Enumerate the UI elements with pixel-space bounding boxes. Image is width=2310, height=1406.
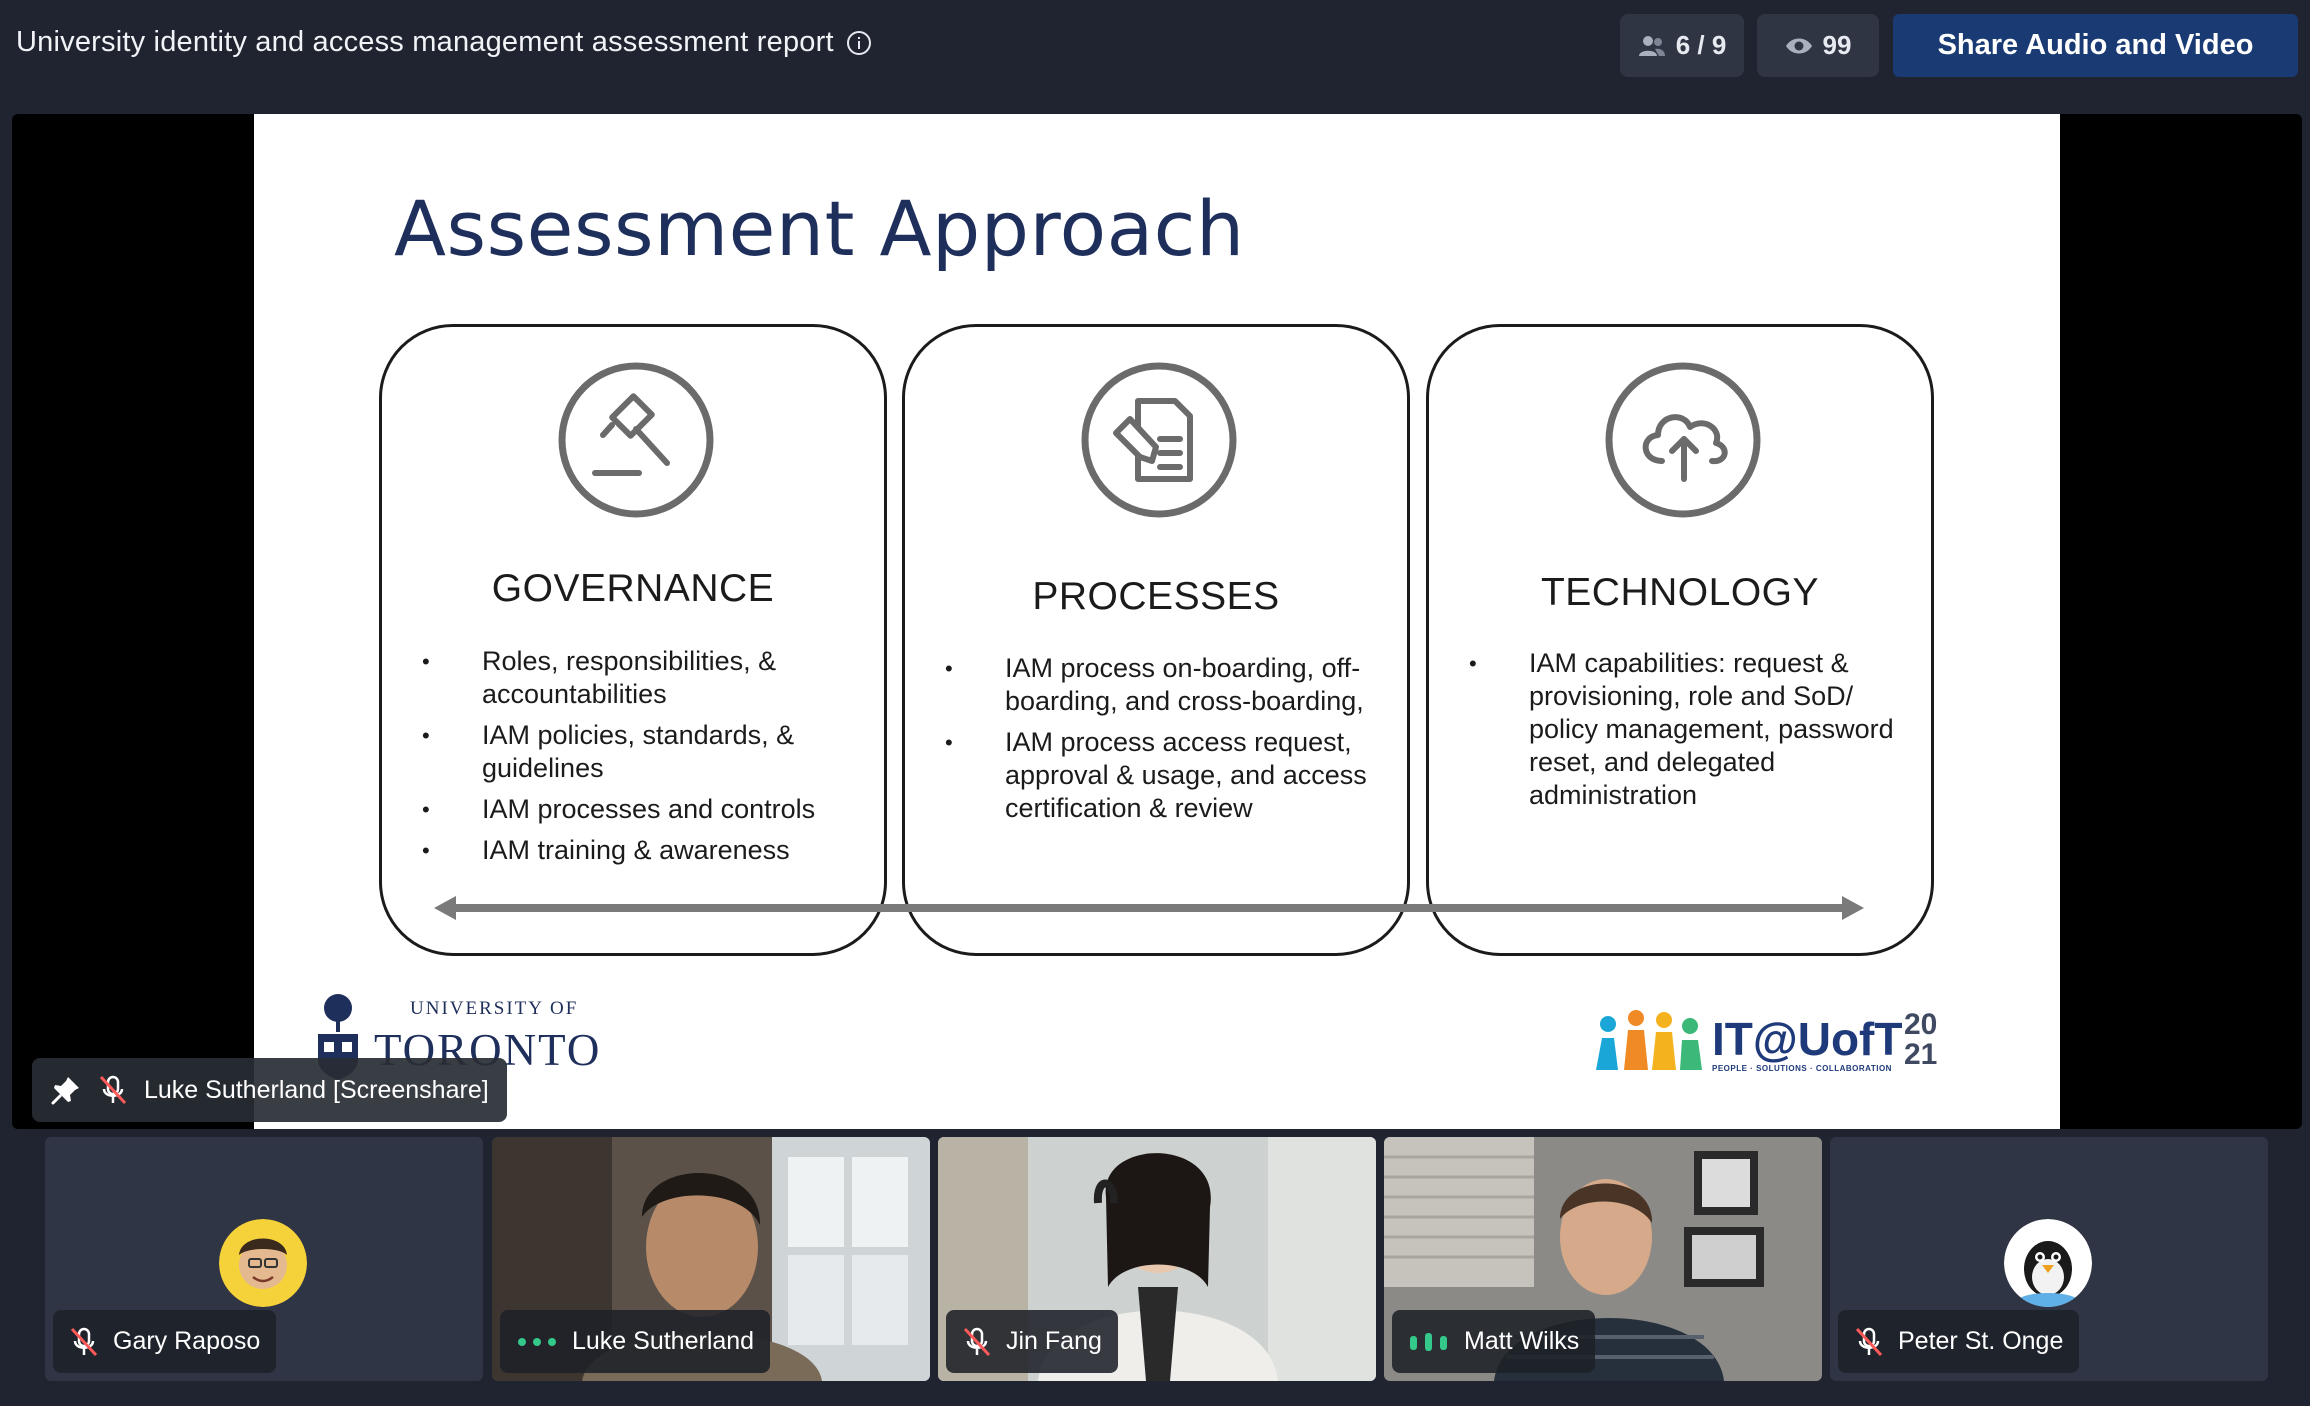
itu-year: 20 21 (1904, 1010, 1937, 1070)
cloud-upload-icon (1605, 362, 1761, 518)
audio-level-icon (1410, 1332, 1447, 1351)
participant-tile-matt-wilks[interactable]: Matt Wilks (1384, 1137, 1822, 1381)
list-item: IAM process access request, approval & u… (945, 726, 1377, 825)
itu-tagline: PEOPLE · SOLUTIONS · COLLABORATION (1712, 1064, 1892, 1073)
participant-name: Gary Raposo (113, 1327, 261, 1355)
participant-name-tag: Jin Fang (946, 1310, 1118, 1373)
participant-name-tag: Luke Sutherland (500, 1310, 771, 1373)
share-audio-video-button[interactable]: Share Audio and Video (1893, 14, 2298, 77)
list-item: IAM processes and controls (422, 793, 854, 826)
participant-tile-peter-st-onge[interactable]: Peter St. Onge (1830, 1137, 2268, 1381)
bullet-list: Roles, responsibilities, & accountabilit… (422, 645, 854, 875)
list-item: IAM training & awareness (422, 834, 854, 867)
participants-count: 6 / 9 (1675, 30, 1727, 60)
screenshare-label: Luke Sutherland [Screenshare] (32, 1058, 507, 1122)
list-item: IAM policies, standards, & guidelines (422, 719, 854, 785)
meeting-title-row: University identity and access managemen… (16, 26, 872, 59)
participant-tile-luke-sutherland[interactable]: Luke Sutherland (492, 1137, 930, 1381)
participant-tile-gary-raposo[interactable]: Gary Raposo (45, 1137, 483, 1381)
eye-icon (1785, 38, 1812, 53)
itu-name: IT@UofT (1712, 1013, 1903, 1065)
pin-icon[interactable] (50, 1074, 82, 1106)
screenshare-stage[interactable]: Assessment Approach GOVERNANCE Roles, re… (12, 114, 2302, 1129)
mic-muted-icon (70, 1327, 98, 1356)
top-bar: University identity and access managemen… (0, 0, 2310, 92)
viewers-count: 99 (1822, 30, 1852, 60)
panel-heading: GOVERNANCE (491, 567, 775, 610)
participant-name: Peter St. Onge (1898, 1327, 2064, 1355)
participant-name: Matt Wilks (1464, 1327, 1580, 1355)
people-figures-icon (1596, 1010, 1702, 1070)
participant-name: Jin Fang (1006, 1327, 1102, 1355)
mic-muted-icon (1855, 1327, 1883, 1356)
participants-count-button[interactable]: 6 / 9 (1620, 14, 1744, 77)
speaking-dots-icon (518, 1337, 556, 1346)
bullet-list: IAM capabilities: request & provisioning… (1469, 647, 1901, 820)
screenshare-name: Luke Sutherland [Screenshare] (144, 1075, 489, 1104)
participant-tile-jin-fang[interactable]: Jin Fang (938, 1137, 1376, 1381)
panel-technology: TECHNOLOGY IAM capabilities: request & p… (1426, 324, 1934, 956)
participant-name-tag: Matt Wilks (1392, 1310, 1596, 1373)
double-arrow-bar (434, 896, 1864, 920)
panel-governance: GOVERNANCE Roles, responsibilities, & ac… (379, 324, 887, 956)
bullet-list: IAM process on-boarding, off-boarding, a… (945, 652, 1377, 833)
participant-name-tag: Peter St. Onge (1838, 1310, 2080, 1373)
participant-name: Luke Sutherland (572, 1327, 755, 1355)
presentation-slide: Assessment Approach GOVERNANCE Roles, re… (254, 114, 2060, 1129)
mic-muted-icon (99, 1075, 127, 1105)
year-top: 20 (1904, 1008, 1938, 1041)
viewers-count-button[interactable]: 99 (1757, 14, 1879, 77)
meeting-title: University identity and access managemen… (16, 26, 834, 58)
panel-heading: PROCESSES (1032, 575, 1280, 618)
itu-logo: IT@UofT PEOPLE · SOLUTIONS · COLLABORATI… (1594, 1006, 1954, 1086)
avatar (2004, 1219, 2092, 1307)
slide-title: Assessment Approach (394, 184, 1245, 273)
year-bottom: 21 (1904, 1038, 1938, 1071)
list-item: Roles, responsibilities, & accountabilit… (422, 645, 854, 711)
participant-name-tag: Gary Raposo (53, 1310, 277, 1373)
avatar (219, 1219, 307, 1307)
list-item: IAM process on-boarding, off-boarding, a… (945, 652, 1377, 718)
people-icon (1638, 35, 1665, 56)
document-edit-icon (1081, 362, 1237, 518)
mic-muted-icon (963, 1327, 991, 1356)
list-item: IAM capabilities: request & provisioning… (1469, 647, 1901, 812)
panel-heading: TECHNOLOGY (1540, 571, 1820, 614)
info-icon[interactable] (846, 30, 872, 56)
gavel-icon (558, 362, 714, 518)
logo-line1: UNIVERSITY OF (410, 998, 579, 1019)
panel-processes: PROCESSES IAM process on-boarding, off-b… (902, 324, 1410, 956)
